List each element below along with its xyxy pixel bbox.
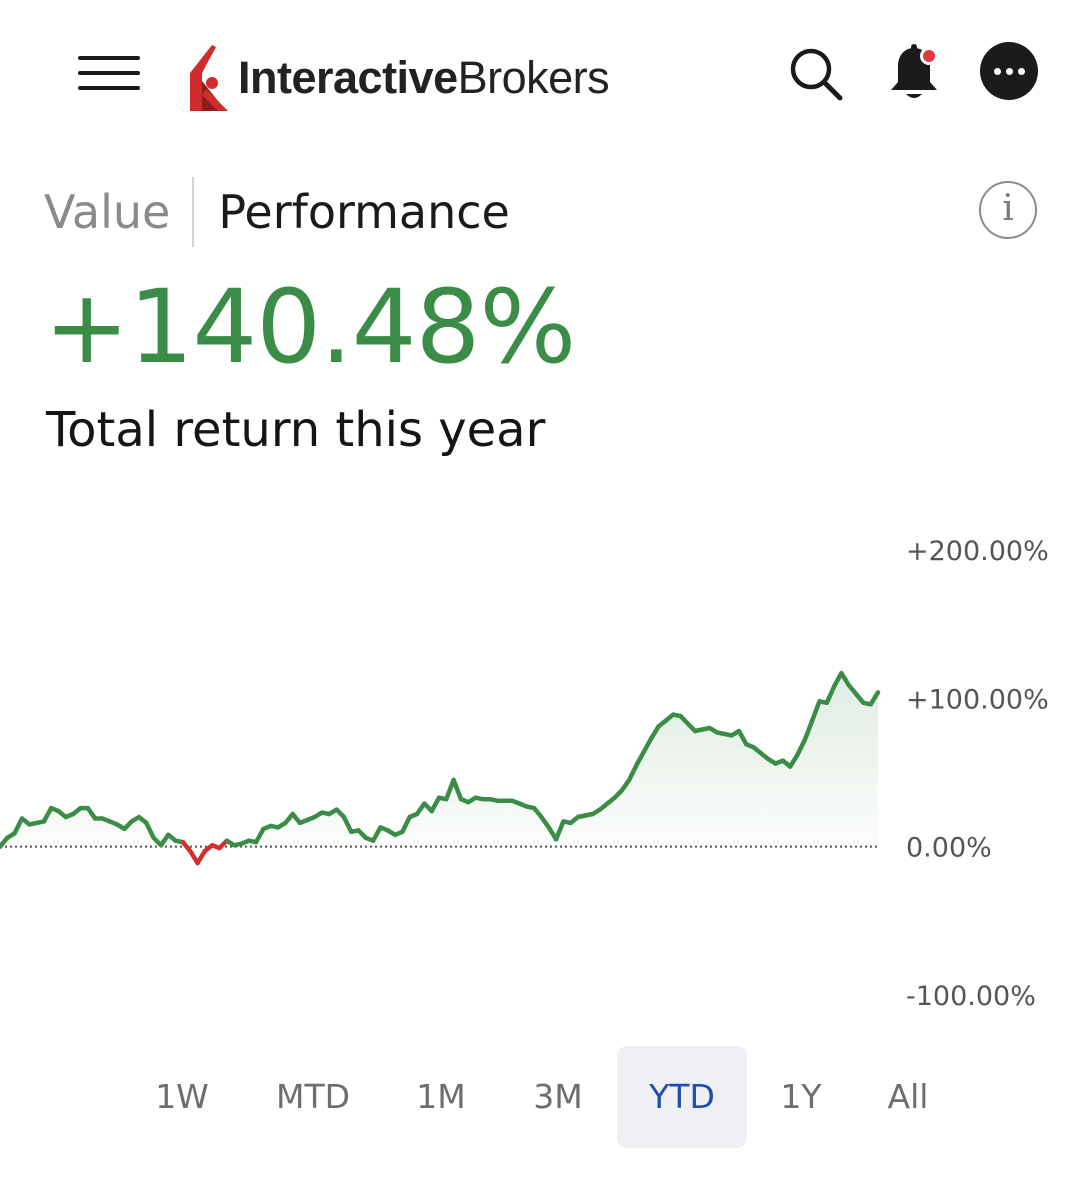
more-icon[interactable] bbox=[980, 42, 1038, 100]
brand-logo: InteractiveBrokers bbox=[188, 38, 610, 118]
range-1y[interactable]: 1Y bbox=[761, 1046, 841, 1148]
brand-name-bold: Interactive bbox=[238, 52, 458, 103]
notification-dot bbox=[923, 50, 935, 62]
search-icon[interactable] bbox=[786, 44, 846, 104]
y-tick-label: -100.00% bbox=[906, 981, 1036, 1012]
top-bar: InteractiveBrokers bbox=[0, 0, 1088, 150]
y-axis-labels: +200.00% +100.00% 0.00% -100.00% bbox=[906, 536, 1049, 1012]
range-selector: 1W MTD 1M 3M YTD 1Y All bbox=[128, 1046, 948, 1148]
range-all[interactable]: All bbox=[868, 1046, 948, 1148]
brand-name-light: Brokers bbox=[457, 52, 610, 103]
range-3m[interactable]: 3M bbox=[518, 1046, 598, 1148]
range-1w[interactable]: 1W bbox=[142, 1046, 222, 1148]
y-tick-label: 0.00% bbox=[906, 833, 992, 864]
y-tick-label: +100.00% bbox=[906, 684, 1049, 715]
bell-icon[interactable] bbox=[884, 42, 944, 104]
tab-value[interactable]: Value bbox=[44, 185, 192, 239]
range-ytd[interactable]: YTD bbox=[617, 1046, 747, 1148]
brand-mark-icon bbox=[190, 45, 228, 111]
total-return-label: Total return this year bbox=[46, 402, 546, 458]
view-tabs: Value Performance bbox=[44, 176, 510, 248]
brand-name: InteractiveBrokers bbox=[238, 52, 610, 104]
info-icon[interactable]: i bbox=[979, 181, 1037, 239]
performance-chart[interactable]: +200.00% +100.00% 0.00% -100.00% bbox=[0, 520, 1088, 1030]
menu-icon[interactable] bbox=[78, 52, 140, 94]
y-tick-label: +200.00% bbox=[906, 536, 1049, 567]
range-1m[interactable]: 1M bbox=[401, 1046, 481, 1148]
total-return-value: +140.48% bbox=[44, 268, 576, 387]
tab-performance[interactable]: Performance bbox=[194, 185, 510, 239]
range-mtd[interactable]: MTD bbox=[258, 1046, 368, 1148]
